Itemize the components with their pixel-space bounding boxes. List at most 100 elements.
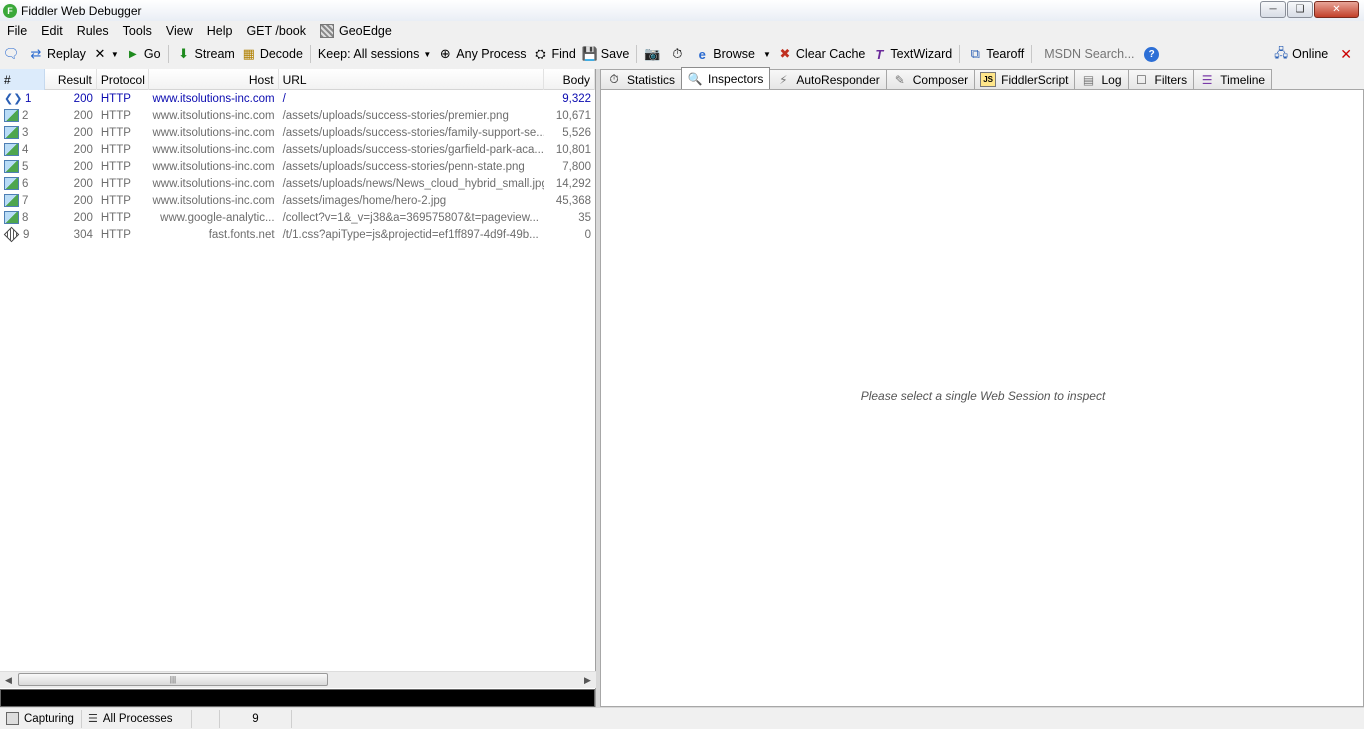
session-row[interactable]: ❮❯ 1 200 HTTP www.itsolutions-inc.com / 9… [0, 90, 595, 107]
checkbox-icon: ☐ [1136, 72, 1147, 87]
session-row[interactable]: 5 200 HTTP www.itsolutions-inc.com /asse… [0, 158, 595, 175]
remove-button[interactable]: ✕ ▼ [89, 43, 122, 65]
replay-button[interactable]: ⇄ Replay [25, 43, 89, 65]
maximize-button[interactable]: ❑ [1287, 1, 1313, 18]
keep-sessions-dropdown[interactable]: Keep: All sessions ▼ [315, 43, 434, 65]
menu-tools[interactable]: Tools [116, 21, 159, 41]
session-protocol: HTTP [100, 228, 131, 241]
image-icon [4, 143, 19, 156]
inspector-tabs: ⏱ Statistics 🔍 Inspectors ⚡ AutoResponde… [600, 67, 1364, 89]
menu-rules[interactable]: Rules [70, 21, 116, 41]
session-row[interactable]: 8 200 HTTP www.google-analytic... /colle… [0, 209, 595, 226]
find-button[interactable]: ⛭ Find [529, 43, 578, 65]
session-result: 200 [73, 177, 93, 190]
process-filter[interactable]: ☰ All Processes [82, 709, 192, 728]
column-header-num[interactable]: # [0, 69, 45, 90]
quickexec-input[interactable] [0, 689, 595, 707]
session-result: 200 [73, 126, 93, 139]
session-num-cell: 5 [0, 158, 45, 175]
screenshot-button[interactable]: 📷 [641, 43, 666, 65]
browse-button[interactable]: e Browse ▼ [691, 43, 774, 65]
session-result: 304 [73, 228, 93, 241]
go-label: Go [143, 47, 161, 61]
tab-inspectors[interactable]: 🔍 Inspectors [681, 67, 771, 89]
session-num-cell: 6 [0, 175, 45, 192]
session-row[interactable]: 7 200 HTTP www.itsolutions-inc.com /asse… [0, 192, 595, 209]
menu-help[interactable]: Help [200, 21, 240, 41]
session-body: 35 [578, 211, 592, 224]
decode-button[interactable]: ▦ Decode [238, 43, 306, 65]
play-icon: ▶ [128, 48, 137, 60]
menu-get-book[interactable]: GET /book [239, 21, 313, 41]
toolbar: 🗨 ⇄ Replay ✕ ▼ ▶ Go ⬇ Stream ▦ Decode Ke… [0, 42, 1364, 66]
log-document-icon: ▤ [1082, 72, 1095, 87]
textwizard-button[interactable]: T TextWizard [868, 43, 955, 65]
session-body: 7,800 [562, 160, 592, 173]
column-header-protocol[interactable]: Protocol [97, 69, 149, 90]
close-button[interactable]: ✕ [1314, 1, 1359, 18]
tearoff-button[interactable]: ⧉ Tearoff [964, 43, 1027, 65]
save-button[interactable]: 💾 Save [579, 43, 633, 65]
session-result: 200 [73, 160, 93, 173]
menu-geoedge[interactable]: GeoEdge [313, 21, 399, 41]
tab-timeline[interactable]: ☰ Timeline [1193, 69, 1273, 89]
column-header-body[interactable]: Body [544, 69, 596, 90]
decode-label: Decode [259, 47, 303, 61]
online-indicator[interactable]: 🖧 Online ✕ [1274, 42, 1352, 66]
toolbar-separator [167, 45, 169, 63]
session-num: 1 [25, 92, 32, 105]
capturing-toggle[interactable]: Capturing [0, 709, 82, 728]
tab-composer[interactable]: ✎ Composer [885, 69, 976, 89]
clear-cache-button[interactable]: ✖ Clear Cache [774, 43, 868, 65]
image-icon [4, 160, 19, 173]
session-row[interactable]: 4 200 HTTP www.itsolutions-inc.com /asse… [0, 141, 595, 158]
minimize-button[interactable]: ─ [1260, 1, 1286, 18]
session-body: 9,322 [562, 92, 592, 105]
scrollbar-thumb[interactable]: ||| [18, 673, 328, 686]
session-row[interactable]: 3 200 HTTP www.itsolutions-inc.com /asse… [0, 124, 595, 141]
session-row[interactable]: 2 200 HTTP www.itsolutions-inc.com /asse… [0, 107, 595, 124]
session-result: 200 [73, 92, 93, 105]
chevron-down-icon: ▼ [110, 49, 119, 59]
msdn-search-input[interactable] [1040, 44, 1139, 64]
menu-view[interactable]: View [159, 21, 200, 41]
session-protocol: HTTP [100, 177, 131, 190]
column-header-result[interactable]: Result [45, 69, 97, 90]
menu-edit[interactable]: Edit [34, 21, 70, 41]
tab-filters[interactable]: ☐ Filters [1127, 69, 1195, 89]
any-process-button[interactable]: ⊕ Any Process [434, 43, 529, 65]
column-header-host[interactable]: Host [149, 69, 279, 90]
help-icon[interactable]: ? [1144, 46, 1160, 62]
comment-button[interactable]: 🗨 [0, 43, 25, 65]
session-num: 5 [22, 160, 29, 173]
session-num-cell: 7 [0, 192, 45, 209]
session-num: 6 [22, 177, 29, 190]
scroll-left-icon[interactable]: ◀ [0, 675, 17, 686]
tab-filters-label: Filters [1154, 72, 1188, 87]
tab-log[interactable]: ▤ Log [1074, 69, 1129, 89]
timer-button[interactable]: ⏱ [666, 43, 691, 65]
session-result: 200 [73, 211, 93, 224]
session-num: 8 [22, 211, 29, 224]
session-row[interactable]: 9 304 HTTP fast.fonts.net /t/1.css?apiTy… [0, 226, 595, 243]
go-button[interactable]: ▶ Go [122, 43, 164, 65]
column-header-url[interactable]: URL [279, 69, 545, 90]
stream-button[interactable]: ⬇ Stream [173, 43, 238, 65]
session-url: /assets/uploads/success-stories/premier.… [282, 109, 509, 122]
session-count-value: 9 [252, 712, 259, 725]
close-toolbar-icon[interactable]: ✕ [1340, 46, 1352, 63]
replay-icon: ⇄ [30, 46, 42, 61]
capturing-label: Capturing [24, 712, 74, 725]
tab-fiddlerscript[interactable]: JS FiddlerScript [974, 69, 1076, 89]
window-controls: ─ ❑ ✕ [1259, 1, 1359, 18]
tab-autoresponder[interactable]: ⚡ AutoResponder [769, 69, 887, 89]
save-label: Save [600, 47, 630, 61]
js-script-icon: JS [980, 72, 997, 87]
processes-label: All Processes [102, 712, 173, 725]
session-row[interactable]: 6 200 HTTP www.itsolutions-inc.com /asse… [0, 175, 595, 192]
menu-file[interactable]: File [0, 21, 34, 41]
tab-statistics[interactable]: ⏱ Statistics [600, 69, 683, 89]
scroll-right-icon[interactable]: ▶ [579, 675, 596, 686]
toolbar-separator [959, 45, 961, 63]
horizontal-scrollbar[interactable]: ◀ ||| ▶ [0, 671, 596, 688]
